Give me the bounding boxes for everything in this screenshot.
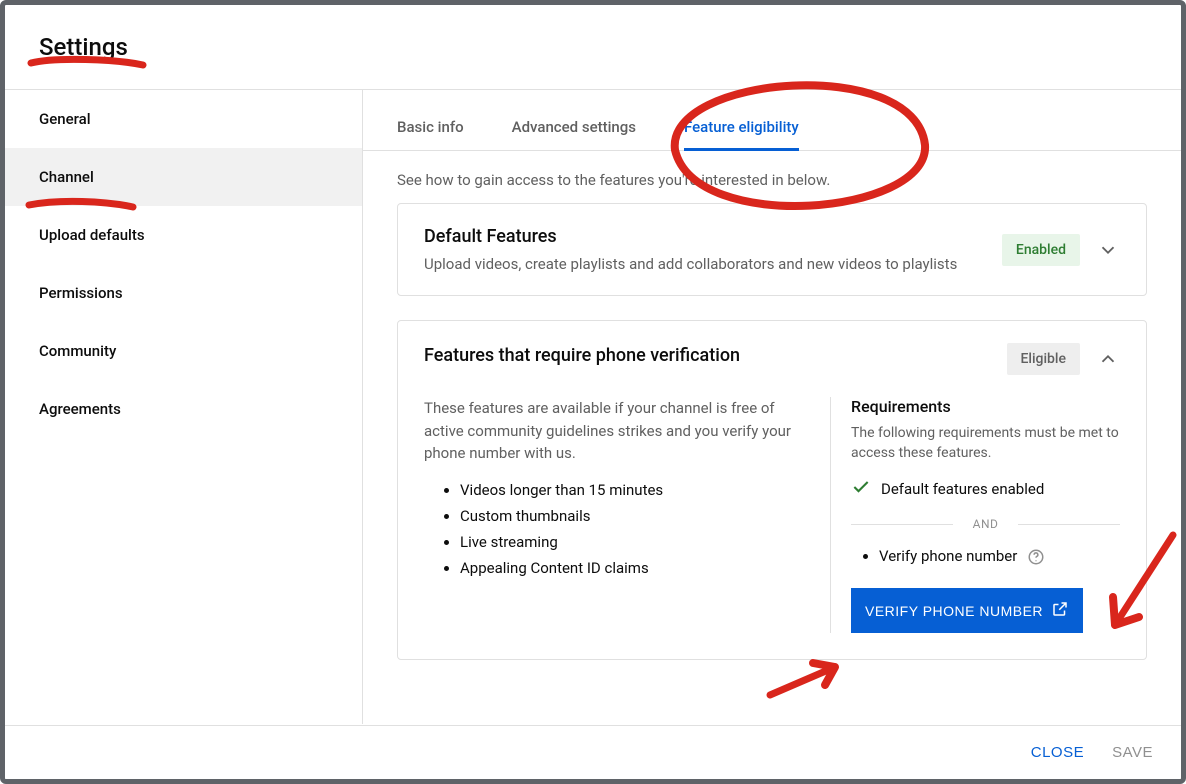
- default-features-title: Default Features: [424, 226, 986, 247]
- chevron-up-icon[interactable]: [1096, 347, 1120, 371]
- tab-basic-info[interactable]: Basic info: [397, 118, 464, 150]
- close-button[interactable]: CLOSE: [1031, 744, 1084, 761]
- sidebar-item-permissions[interactable]: Permissions: [5, 264, 362, 322]
- requirements-and-divider: AND: [851, 511, 1120, 537]
- phone-verification-card: Features that require phone verification…: [397, 320, 1147, 660]
- requirements-title: Requirements: [851, 397, 1120, 416]
- phone-verification-title: Features that require phone verification: [424, 345, 991, 366]
- save-button[interactable]: SAVE: [1112, 744, 1153, 761]
- open-in-new-icon: [1051, 600, 1069, 621]
- verify-phone-number-button[interactable]: VERIFY PHONE NUMBER: [851, 588, 1083, 633]
- status-badge-enabled: Enabled: [1002, 234, 1080, 266]
- sidebar-item-upload-defaults[interactable]: Upload defaults: [5, 206, 362, 264]
- tab-advanced-settings[interactable]: Advanced settings: [512, 118, 636, 150]
- settings-sidebar: General Channel Upload defaults Permissi…: [5, 90, 363, 724]
- list-item: Custom thumbnails: [460, 507, 810, 525]
- status-badge-eligible: Eligible: [1007, 343, 1081, 375]
- default-features-subtitle: Upload videos, create playlists and add …: [424, 255, 986, 273]
- help-icon[interactable]: [1027, 548, 1045, 566]
- sidebar-item-general[interactable]: General: [5, 90, 362, 148]
- requirement-todo-item: Verify phone number: [879, 547, 1120, 566]
- tab-bar: Basic info Advanced settings Feature eli…: [363, 90, 1181, 151]
- requirement-todo-label: Verify phone number: [879, 547, 1017, 565]
- sidebar-item-agreements[interactable]: Agreements: [5, 380, 362, 438]
- sidebar-item-channel[interactable]: Channel: [5, 148, 362, 206]
- requirements-subtitle: The following requirements must be met t…: [851, 424, 1120, 463]
- sidebar-item-community[interactable]: Community: [5, 322, 362, 380]
- chevron-down-icon[interactable]: [1096, 238, 1120, 262]
- default-features-card: Default Features Upload videos, create p…: [397, 203, 1147, 296]
- requirement-done-label: Default features enabled: [881, 480, 1044, 498]
- list-item: Live streaming: [460, 533, 810, 551]
- page-title: Settings: [39, 33, 1147, 61]
- list-item: Appealing Content ID claims: [460, 559, 810, 577]
- intro-text: See how to gain access to the features y…: [363, 151, 1181, 203]
- list-item: Videos longer than 15 minutes: [460, 481, 810, 499]
- checkmark-icon: [851, 477, 871, 501]
- phone-verification-description: These features are available if your cha…: [424, 397, 804, 465]
- verify-button-label: VERIFY PHONE NUMBER: [865, 603, 1043, 619]
- tab-feature-eligibility[interactable]: Feature eligibility: [684, 118, 799, 150]
- feature-list: Videos longer than 15 minutes Custom thu…: [424, 481, 810, 577]
- dialog-footer: CLOSE SAVE: [5, 725, 1181, 779]
